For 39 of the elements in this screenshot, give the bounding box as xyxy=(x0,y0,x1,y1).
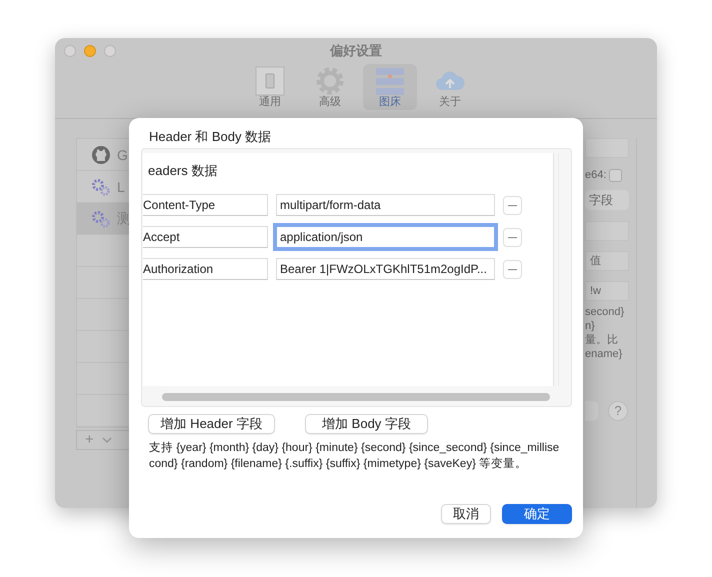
header-value-field[interactable]: application/json xyxy=(276,226,495,248)
text-field[interactable] xyxy=(585,221,629,241)
add-field-button[interactable]: 字段 xyxy=(585,190,629,210)
dialog-title: Header 和 Body 数据 xyxy=(148,128,272,146)
gears-icon xyxy=(91,208,111,228)
remove-button[interactable]: — xyxy=(503,196,522,214)
close-button[interactable] xyxy=(64,45,76,57)
gears-icon xyxy=(91,176,111,196)
chevron-down-icon[interactable] xyxy=(102,437,112,443)
help-text: 量。比 xyxy=(585,333,619,347)
horizontal-scrollbar[interactable] xyxy=(162,393,550,401)
add-button[interactable]: 增加 Body 字段 xyxy=(305,414,428,434)
minimize-button[interactable] xyxy=(84,45,96,57)
value-field[interactable]: 值 xyxy=(585,251,629,271)
window-title: 偏好设置 xyxy=(328,42,383,60)
add-button[interactable]: 增加 Header 字段 xyxy=(148,414,275,434)
header-value-field[interactable]: multipart/form-data xyxy=(276,194,495,216)
header-value-field[interactable]: Bearer 1|FWzOLxTGKhlT51m2ogIdP... xyxy=(276,258,495,280)
remove-button[interactable]: — xyxy=(503,228,522,246)
switch-icon xyxy=(255,66,285,96)
header-key-field[interactable]: Accept xyxy=(143,226,268,248)
text-field[interactable]: !w xyxy=(585,281,629,301)
server-icon xyxy=(375,66,405,96)
help-text: second} xyxy=(585,305,626,319)
variables-note: 支持 {year} {month} {day} {hour} {minute} {second} {since_second} {since_millisecond} {random} {filename} {.suffix} {suffix} {mimetype} {saveKey} 等变量。 xyxy=(149,441,560,472)
checkbox[interactable] xyxy=(609,168,622,182)
text-field[interactable] xyxy=(585,138,629,158)
button[interactable] xyxy=(585,401,598,421)
github-icon xyxy=(91,144,111,164)
cancel-button[interactable]: 取消 xyxy=(441,504,491,524)
zoom-button[interactable] xyxy=(104,45,116,57)
header-key-field[interactable]: Authorization xyxy=(143,258,268,280)
ok-button[interactable]: 确定 xyxy=(502,504,572,524)
help-text: ename} xyxy=(585,347,624,361)
header-key-field[interactable]: Content-Type xyxy=(143,194,268,216)
remove-button[interactable]: — xyxy=(503,260,522,278)
help-text: n} xyxy=(585,319,596,333)
checkbox-label: e64: xyxy=(585,168,606,182)
section-title: eaders 数据 xyxy=(148,162,218,180)
